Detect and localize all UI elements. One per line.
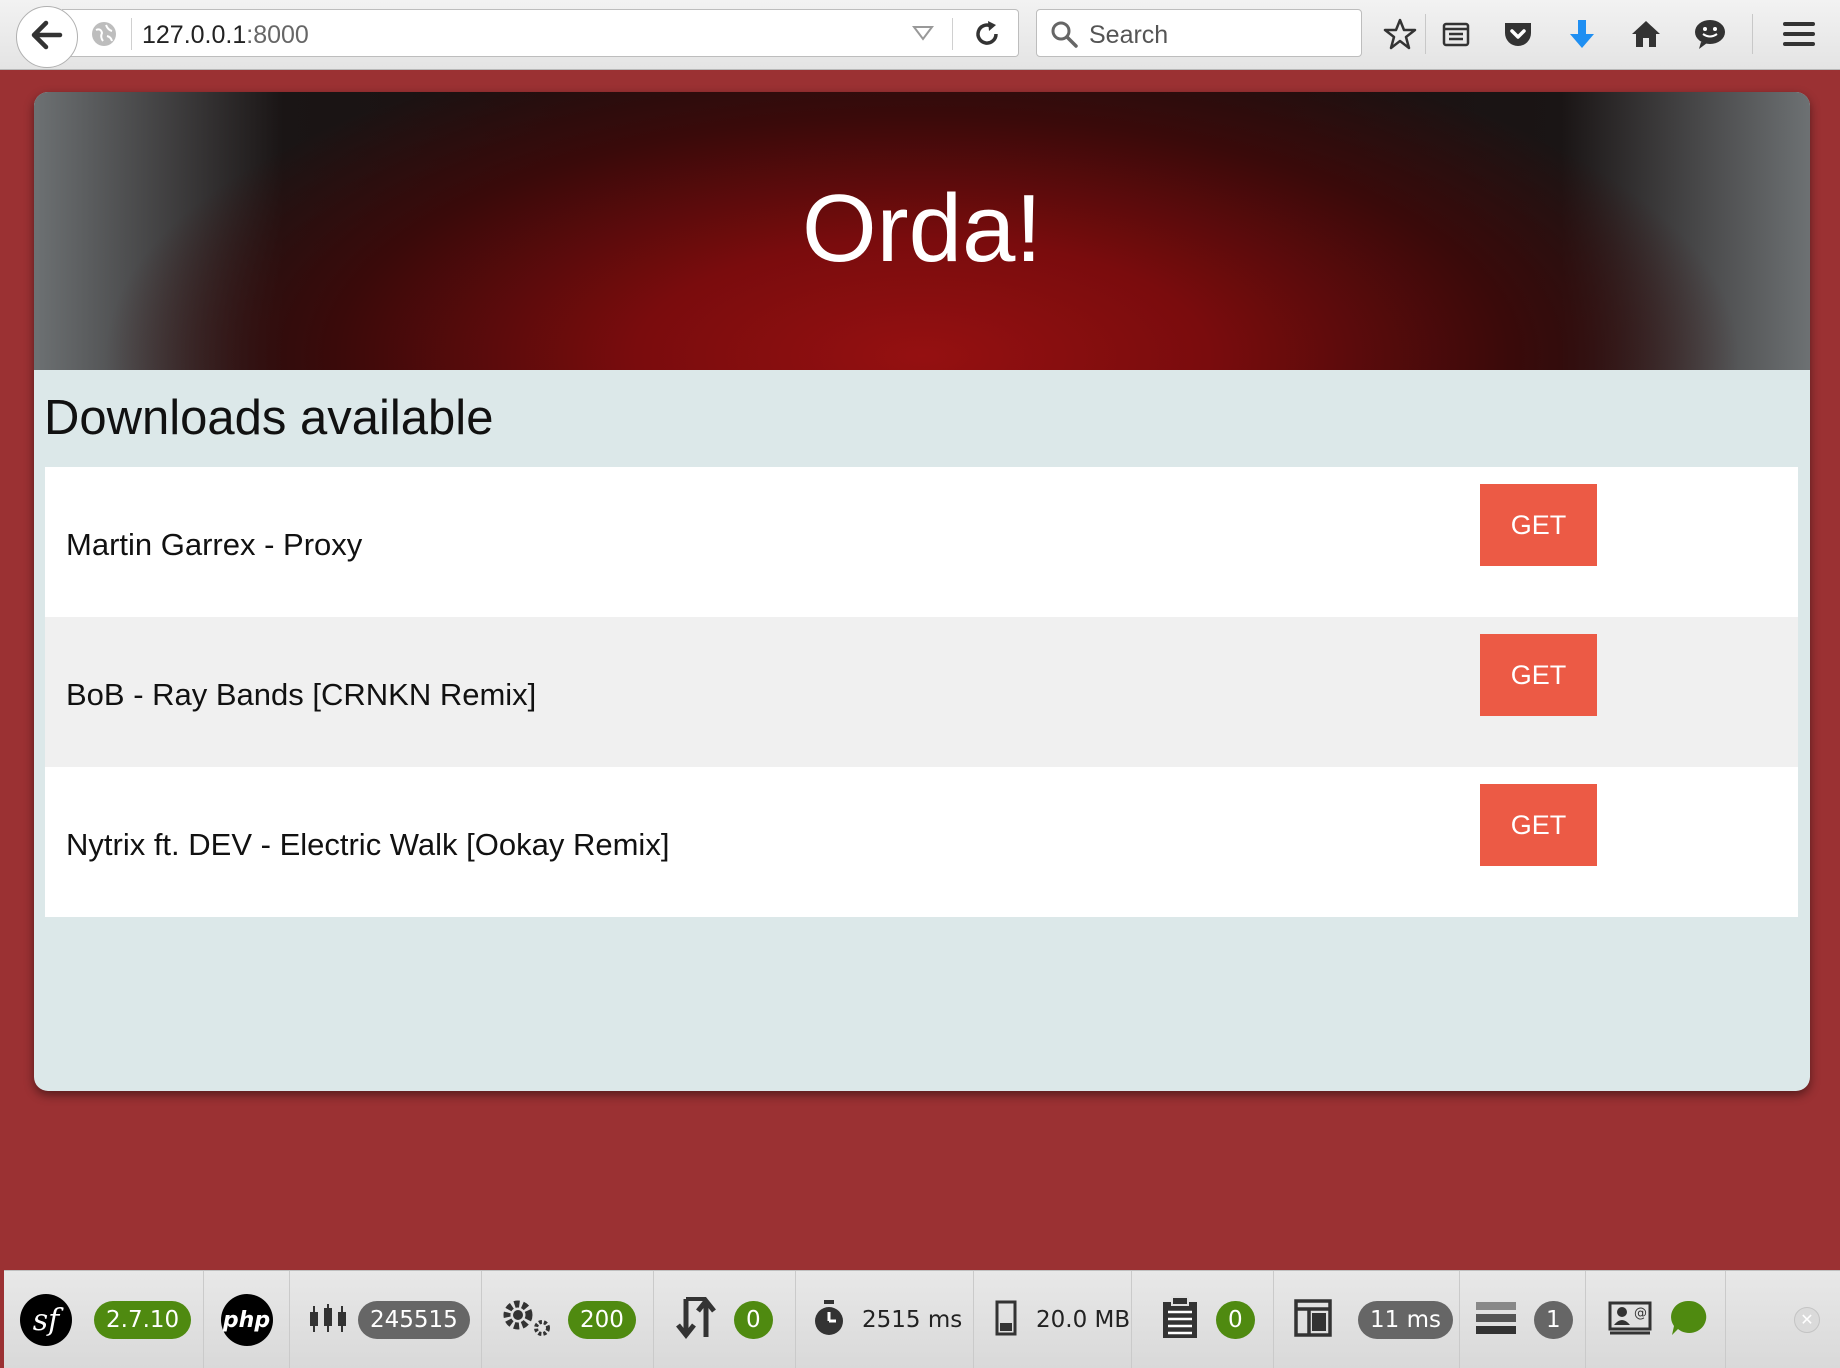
dropdown-arrow-icon[interactable] — [912, 24, 934, 47]
ajax-arrows-icon — [674, 1295, 718, 1346]
url-host: 127.0.0.1 — [142, 21, 247, 49]
twig-time-badge: 11 ms — [1358, 1301, 1453, 1339]
request-time: 2515 ms — [862, 1307, 963, 1333]
get-button[interactable]: GET — [1480, 484, 1597, 566]
url-port: :8000 — [246, 21, 309, 49]
db-queries-badge: 1 — [1534, 1301, 1573, 1339]
bookmark-star-icon[interactable] — [1380, 14, 1420, 54]
php-logo-icon: php — [220, 1294, 273, 1346]
back-button[interactable] — [16, 6, 78, 68]
symfony-logo-icon: sf — [20, 1294, 72, 1346]
user-card-icon: @ — [1608, 1299, 1652, 1342]
security-panel[interactable]: @ — [1586, 1271, 1726, 1368]
timer-panel[interactable]: 2515 ms — [796, 1271, 974, 1368]
search-placeholder: Search — [1089, 21, 1169, 49]
hero-banner: Orda! — [34, 92, 1810, 370]
url-text[interactable]: 127.0.0.1:8000 — [142, 21, 309, 50]
content-card: Orda! Downloads available Martin Garrex … — [34, 92, 1810, 1091]
request-token-badge: 245515 — [358, 1301, 470, 1339]
memory-icon — [994, 1299, 1018, 1342]
download-row: Martin Garrex - Proxy GET — [45, 467, 1798, 617]
hamburger-menu-icon[interactable] — [1779, 14, 1819, 54]
toolbar-separator — [1425, 14, 1426, 54]
template-layout-icon — [1294, 1298, 1332, 1342]
request-panel[interactable]: 245515 — [290, 1271, 482, 1368]
download-title: Nytrix ft. DEV - Electric Walk [Ookay Re… — [66, 827, 670, 862]
browser-toolbar: 127.0.0.1:8000 Search — [0, 0, 1840, 70]
memory-panel[interactable]: 20.0 MB — [974, 1271, 1132, 1368]
logs-panel[interactable]: 0 — [1132, 1271, 1274, 1368]
downloads-list: Martin Garrex - Proxy GET BoB - Ray Band… — [45, 467, 1798, 917]
speech-bubble-icon — [1670, 1299, 1708, 1342]
chat-smiley-icon[interactable] — [1690, 14, 1730, 54]
back-arrow-icon — [31, 20, 63, 55]
download-row: BoB - Ray Bands [CRNKN Remix] GET — [45, 617, 1798, 767]
reload-icon[interactable] — [972, 19, 1002, 54]
status-code-badge: 200 — [568, 1301, 636, 1339]
download-title: Martin Garrex - Proxy — [66, 527, 363, 562]
pocket-icon[interactable] — [1498, 14, 1538, 54]
download-arrow-icon[interactable] — [1562, 14, 1602, 54]
address-bar[interactable]: 127.0.0.1:8000 — [62, 9, 1019, 57]
twig-panel[interactable]: 11 ms — [1274, 1271, 1460, 1368]
url-separator — [131, 18, 132, 50]
reading-list-icon[interactable] — [1436, 14, 1476, 54]
ajax-count-badge: 0 — [734, 1301, 773, 1339]
stopwatch-icon — [812, 1299, 846, 1342]
toolbar-separator — [1752, 14, 1753, 54]
memory-usage: 20.0 MB — [1036, 1307, 1131, 1333]
globe-icon — [90, 20, 118, 53]
url-separator-2 — [952, 18, 953, 50]
download-row: Nytrix ft. DEV - Electric Walk [Ookay Re… — [45, 767, 1798, 917]
database-panel[interactable]: 1 — [1460, 1271, 1586, 1368]
clipboard-icon — [1160, 1295, 1200, 1345]
logs-count-badge: 0 — [1216, 1301, 1255, 1339]
search-icon — [1049, 19, 1079, 54]
symfony-debug-toolbar: sf 2.7.10 php 245515 200 0 2515 ms 20.0 … — [4, 1270, 1840, 1368]
status-panel[interactable]: 200 — [482, 1271, 654, 1368]
php-info-panel[interactable]: php — [204, 1271, 290, 1368]
close-toolbar-icon[interactable]: ✕ — [1794, 1307, 1820, 1333]
search-bar[interactable]: Search — [1036, 9, 1362, 57]
get-button[interactable]: GET — [1480, 784, 1597, 866]
ajax-panel[interactable]: 0 — [654, 1271, 796, 1368]
get-button[interactable]: GET — [1480, 634, 1597, 716]
symfony-version-badge: 2.7.10 — [94, 1301, 192, 1339]
page-title: Orda! — [801, 175, 1043, 282]
sf-version-panel[interactable]: sf 2.7.10 — [4, 1271, 204, 1368]
section-title: Downloads available — [44, 391, 494, 445]
database-icon — [1474, 1300, 1518, 1341]
request-icon — [308, 1302, 348, 1339]
gears-icon — [500, 1298, 554, 1343]
svg-text:@: @ — [1634, 1306, 1647, 1321]
download-title: BoB - Ray Bands [CRNKN Remix] — [66, 677, 537, 712]
home-icon[interactable] — [1626, 14, 1666, 54]
